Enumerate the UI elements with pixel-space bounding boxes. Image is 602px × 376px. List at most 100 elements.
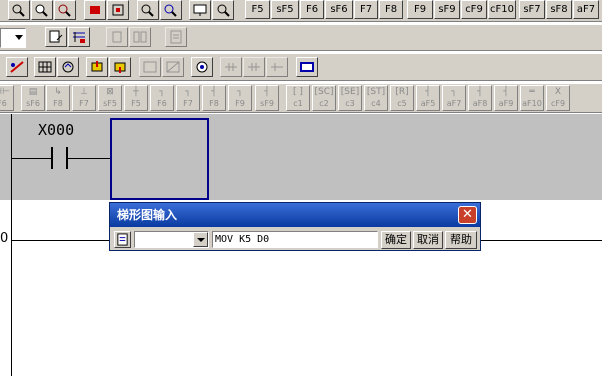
ladder-key-f7[interactable]: ┐ F7 bbox=[176, 85, 200, 111]
contact-coil-icon[interactable] bbox=[220, 57, 242, 77]
device-monitor-icon[interactable] bbox=[191, 57, 213, 77]
ladder-key-caption: c3 bbox=[345, 99, 355, 108]
instruction-input[interactable]: MOV K5 D0 bbox=[212, 231, 378, 248]
ladder-key-af8[interactable]: ┤ aF8 bbox=[468, 85, 492, 111]
fkey-sf7[interactable]: sF7 bbox=[519, 0, 545, 19]
ladder-key-cf9[interactable]: XcF9 bbox=[546, 85, 570, 111]
stop-icon[interactable] bbox=[84, 0, 106, 20]
ladder-key-f6[interactable]: ⊣⊢ F6 bbox=[0, 85, 14, 111]
toolbar-row-2 bbox=[0, 24, 602, 51]
ladder-key-f7[interactable]: ⊥ F7 bbox=[72, 85, 96, 111]
ladder-key-symbol: ┼ bbox=[133, 87, 139, 97]
zoom-out-icon[interactable] bbox=[31, 0, 53, 20]
fkey-sf5[interactable]: sF5 bbox=[271, 0, 299, 19]
zoom-icon[interactable] bbox=[8, 0, 30, 20]
ladder-key-caption: F7 bbox=[183, 99, 193, 108]
monitor-start-icon[interactable] bbox=[139, 57, 161, 77]
edit-cut-icon[interactable] bbox=[6, 57, 28, 77]
ladder-key-f9[interactable]: ┐ F9 bbox=[228, 85, 252, 111]
rung-1-background bbox=[0, 114, 602, 200]
instruction-type-select[interactable] bbox=[134, 231, 209, 248]
ok-button[interactable]: 确定 bbox=[381, 231, 411, 249]
fkey-sf6[interactable]: sF6 bbox=[325, 0, 353, 19]
ladder-key-symbol: [SC] bbox=[314, 87, 334, 97]
ladder-key-c2[interactable]: [SC] c2 bbox=[312, 85, 336, 111]
ladder-key-symbol: ═ bbox=[529, 87, 535, 97]
ladder-key-sf9[interactable]: ┤ sF9 bbox=[255, 85, 279, 111]
ladder-view-icon[interactable] bbox=[68, 27, 90, 47]
ladder-key-symbol: [ ] bbox=[293, 87, 303, 97]
ladder-key-caption: cF9 bbox=[550, 99, 566, 108]
ladder-key-caption: sF6 bbox=[26, 99, 40, 108]
fkey-sf8[interactable]: sF8 bbox=[546, 0, 572, 19]
ladder-key-af5[interactable]: ┤ aF5 bbox=[416, 85, 440, 111]
fkey-cf10[interactable]: cF10 bbox=[488, 0, 516, 19]
fkey-af7[interactable]: aF7 bbox=[573, 0, 599, 19]
write-plc-icon[interactable] bbox=[86, 57, 108, 77]
fkey-f5[interactable]: F5 bbox=[245, 0, 270, 19]
monitor-icon[interactable] bbox=[189, 0, 211, 20]
ladder-key-caption: F6 bbox=[157, 99, 167, 108]
ladder-key-c5[interactable]: [R] c5 bbox=[390, 85, 414, 111]
ladder-key-caption: sF9 bbox=[260, 99, 274, 108]
ladder-key-symbol: ┐ bbox=[237, 87, 243, 97]
fkey-f8[interactable]: F8 bbox=[379, 0, 403, 19]
ladder-key-af10[interactable]: ═ aF10 bbox=[520, 85, 544, 111]
contact-coil-3-icon[interactable] bbox=[266, 57, 288, 77]
contact-left-bar bbox=[51, 147, 53, 169]
ladder-key-symbol: ┤ bbox=[477, 87, 483, 97]
ladder-key-f6[interactable]: ┐ F6 bbox=[150, 85, 174, 111]
edit-cursor[interactable] bbox=[110, 118, 209, 200]
close-icon[interactable]: ✕ bbox=[458, 206, 477, 224]
ladder-key-caption: F5 bbox=[131, 99, 141, 108]
instruction-list-icon[interactable] bbox=[106, 27, 128, 47]
ladder-key-c3[interactable]: [SE] c3 bbox=[338, 85, 362, 111]
zoom-in-icon[interactable] bbox=[54, 0, 76, 20]
ladder-key-sf6[interactable]: ▤ sF6 bbox=[21, 85, 45, 111]
toolbar-row-3 bbox=[0, 53, 602, 81]
contact-coil-2-icon[interactable] bbox=[243, 57, 265, 77]
monitor-search-icon[interactable] bbox=[212, 0, 234, 20]
cancel-button[interactable]: 取消 bbox=[413, 231, 443, 249]
ladder-key-af9[interactable]: ┤ aF9 bbox=[494, 85, 518, 111]
fkey-cf9[interactable]: cF9 bbox=[461, 0, 487, 19]
online-icon[interactable] bbox=[57, 57, 79, 77]
ladder-key-caption: c4 bbox=[371, 99, 381, 108]
sfc-view-icon[interactable] bbox=[129, 27, 151, 47]
fkey-sf9[interactable]: sF9 bbox=[434, 0, 460, 19]
ladder-key-caption: aF8 bbox=[472, 99, 488, 108]
ladder-key-symbol: ┐ bbox=[159, 87, 165, 97]
window-icon[interactable] bbox=[296, 57, 318, 77]
grid-icon[interactable] bbox=[34, 57, 56, 77]
ladder-key-symbol: ┐ bbox=[451, 87, 457, 97]
rung-2-step-number: 0 bbox=[0, 231, 9, 246]
ladder-key-f8[interactable]: ┤ F8 bbox=[202, 85, 226, 111]
ladder-key-sf5[interactable]: ⊠ sF5 bbox=[98, 85, 122, 111]
ladder-key-caption: c5 bbox=[397, 99, 407, 108]
chevron-down-icon[interactable] bbox=[193, 232, 208, 247]
ladder-key-symbol: X bbox=[554, 87, 562, 97]
ladder-key-symbol: ⊠ bbox=[106, 87, 114, 97]
device-icon[interactable] bbox=[107, 0, 129, 20]
search-icon[interactable] bbox=[137, 0, 159, 20]
ladder-key-caption: sF5 bbox=[103, 99, 117, 108]
fkey-f7[interactable]: F7 bbox=[354, 0, 378, 19]
ladder-key-caption: c1 bbox=[293, 99, 303, 108]
ladder-key-c4[interactable]: [ST] c4 bbox=[364, 85, 388, 111]
search-replace-icon[interactable] bbox=[160, 0, 182, 20]
read-plc-icon[interactable] bbox=[109, 57, 131, 77]
help-button[interactable]: 帮助 bbox=[445, 231, 477, 249]
instruction-list-icon[interactable] bbox=[114, 231, 131, 248]
ladder-key-f5[interactable]: ┼ F5 bbox=[124, 85, 148, 111]
toolbar-row-1: F5 sF5 F6 sF6 F7 F8 F9 sF9 cF9 cF10 sF7 … bbox=[0, 0, 602, 22]
fkey-f9[interactable]: F9 bbox=[407, 0, 433, 19]
ladder-key-af7[interactable]: ┐ aF7 bbox=[442, 85, 466, 111]
fkey-f6[interactable]: F6 bbox=[300, 0, 324, 19]
program-select[interactable] bbox=[0, 28, 26, 48]
note-icon[interactable] bbox=[165, 27, 187, 47]
ladder-key-c1[interactable]: [ ] c1 bbox=[286, 85, 310, 111]
ladder-key-symbol: [ST] bbox=[366, 87, 386, 97]
ladder-key-f8[interactable]: ↳ F8 bbox=[46, 85, 70, 111]
monitor-stop-icon[interactable] bbox=[162, 57, 184, 77]
comment-edit-icon[interactable] bbox=[45, 27, 67, 47]
